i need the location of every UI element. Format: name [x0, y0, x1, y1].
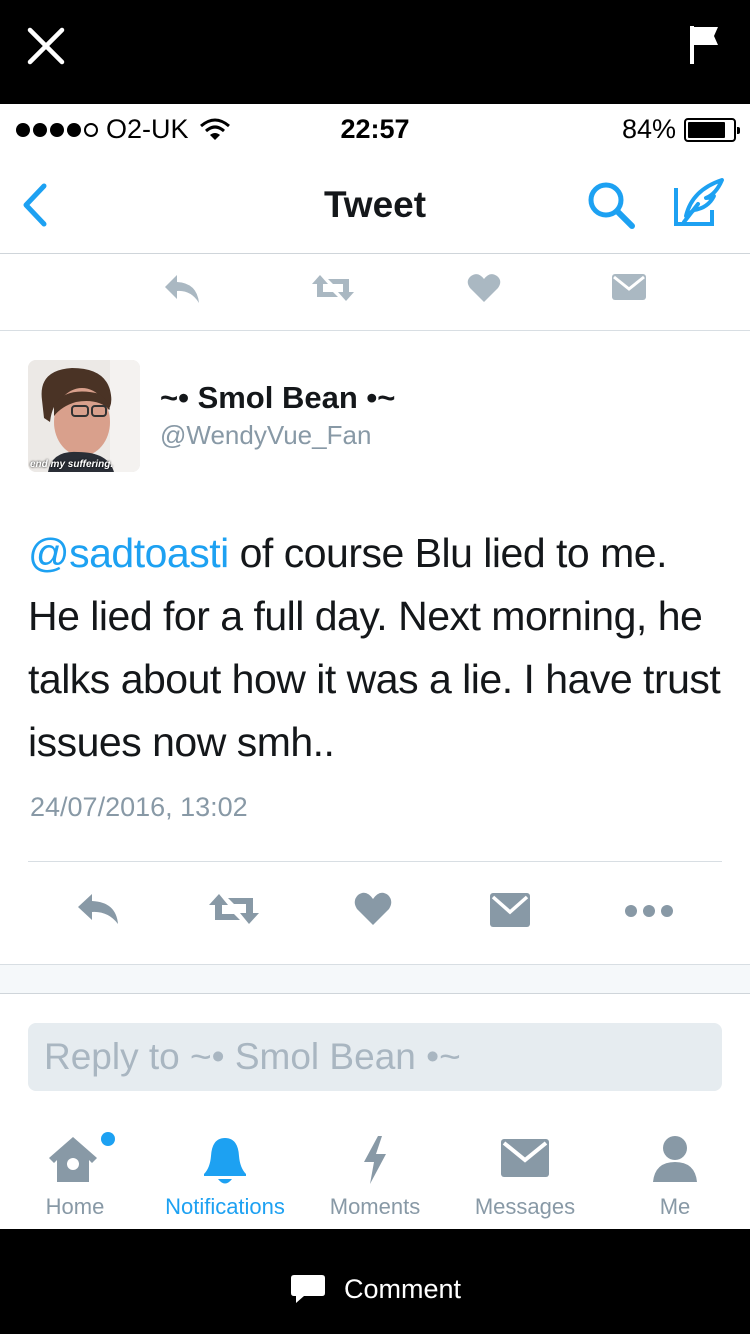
phone-screen: O2-UK 22:57 84% Tweet end my suffering. … — [0, 104, 750, 1229]
tab-bar: Home Notifications Moments Messages Me — [0, 1124, 750, 1229]
retweet-icon[interactable] — [310, 273, 356, 303]
tab-label: Messages — [474, 1194, 576, 1219]
avatar-caption: end my suffering. — [30, 459, 114, 470]
battery-icon — [684, 117, 740, 142]
tweet-timestamp: 24/07/2016, 13:02 — [30, 792, 248, 822]
tab-label: Moments — [329, 1194, 421, 1219]
direct-message-icon[interactable] — [611, 273, 647, 301]
flag-icon[interactable] — [688, 24, 720, 66]
navigation-bar: Tweet — [0, 154, 750, 254]
mention-link[interactable]: @sadtoasti — [28, 530, 229, 576]
search-icon[interactable] — [586, 180, 636, 230]
speech-bubble-icon — [291, 1275, 325, 1303]
envelope-icon — [501, 1139, 549, 1177]
battery-indicator: 84% — [621, 114, 740, 145]
more-options-icon[interactable] — [624, 904, 674, 918]
avatar[interactable]: end my suffering. — [28, 360, 140, 472]
tab-label: Me — [659, 1194, 691, 1219]
author-handle[interactable]: @WendyVue_Fan — [160, 420, 371, 451]
tab-me[interactable]: Me — [600, 1124, 750, 1229]
parent-tweet-actions — [0, 255, 750, 331]
direct-message-icon[interactable] — [489, 892, 531, 928]
tab-home[interactable]: Home — [0, 1124, 150, 1229]
new-content-dot — [101, 1132, 115, 1146]
avatar-photo-icon — [28, 360, 140, 472]
reply-icon[interactable] — [76, 892, 120, 926]
bell-icon — [204, 1138, 246, 1184]
tab-notifications[interactable]: Notifications — [150, 1124, 300, 1229]
tab-label: Notifications — [165, 1194, 285, 1219]
tab-messages[interactable]: Messages — [450, 1124, 600, 1229]
viewer-top-bar — [0, 0, 750, 104]
viewer-bottom-bar: Comment — [0, 1229, 750, 1334]
retweet-icon[interactable] — [207, 892, 261, 926]
tweet-text: @sadtoasti of course Blu lied to me. He … — [28, 522, 728, 774]
comment-button[interactable]: Comment — [290, 1273, 461, 1305]
page-title: Tweet — [323, 184, 427, 225]
close-icon[interactable] — [26, 26, 66, 66]
tweet-actions — [0, 862, 750, 966]
lightning-icon — [364, 1136, 386, 1184]
home-icon — [49, 1137, 97, 1182]
tab-label: Home — [45, 1194, 105, 1219]
person-icon — [653, 1136, 697, 1182]
like-heart-icon[interactable] — [354, 892, 392, 926]
author-display-name[interactable]: ~• Smol Bean •~ — [160, 380, 395, 416]
compose-tweet-icon[interactable] — [672, 176, 726, 230]
status-bar: O2-UK 22:57 84% — [0, 104, 750, 154]
reply-icon[interactable] — [163, 273, 201, 305]
tab-moments[interactable]: Moments — [300, 1124, 450, 1229]
section-separator — [0, 964, 750, 994]
comment-label: Comment — [344, 1273, 462, 1304]
battery-percent: 84% — [621, 114, 676, 144]
reply-input[interactable]: Reply to ~• Smol Bean •~ — [28, 1023, 722, 1091]
like-heart-icon[interactable] — [467, 273, 501, 303]
